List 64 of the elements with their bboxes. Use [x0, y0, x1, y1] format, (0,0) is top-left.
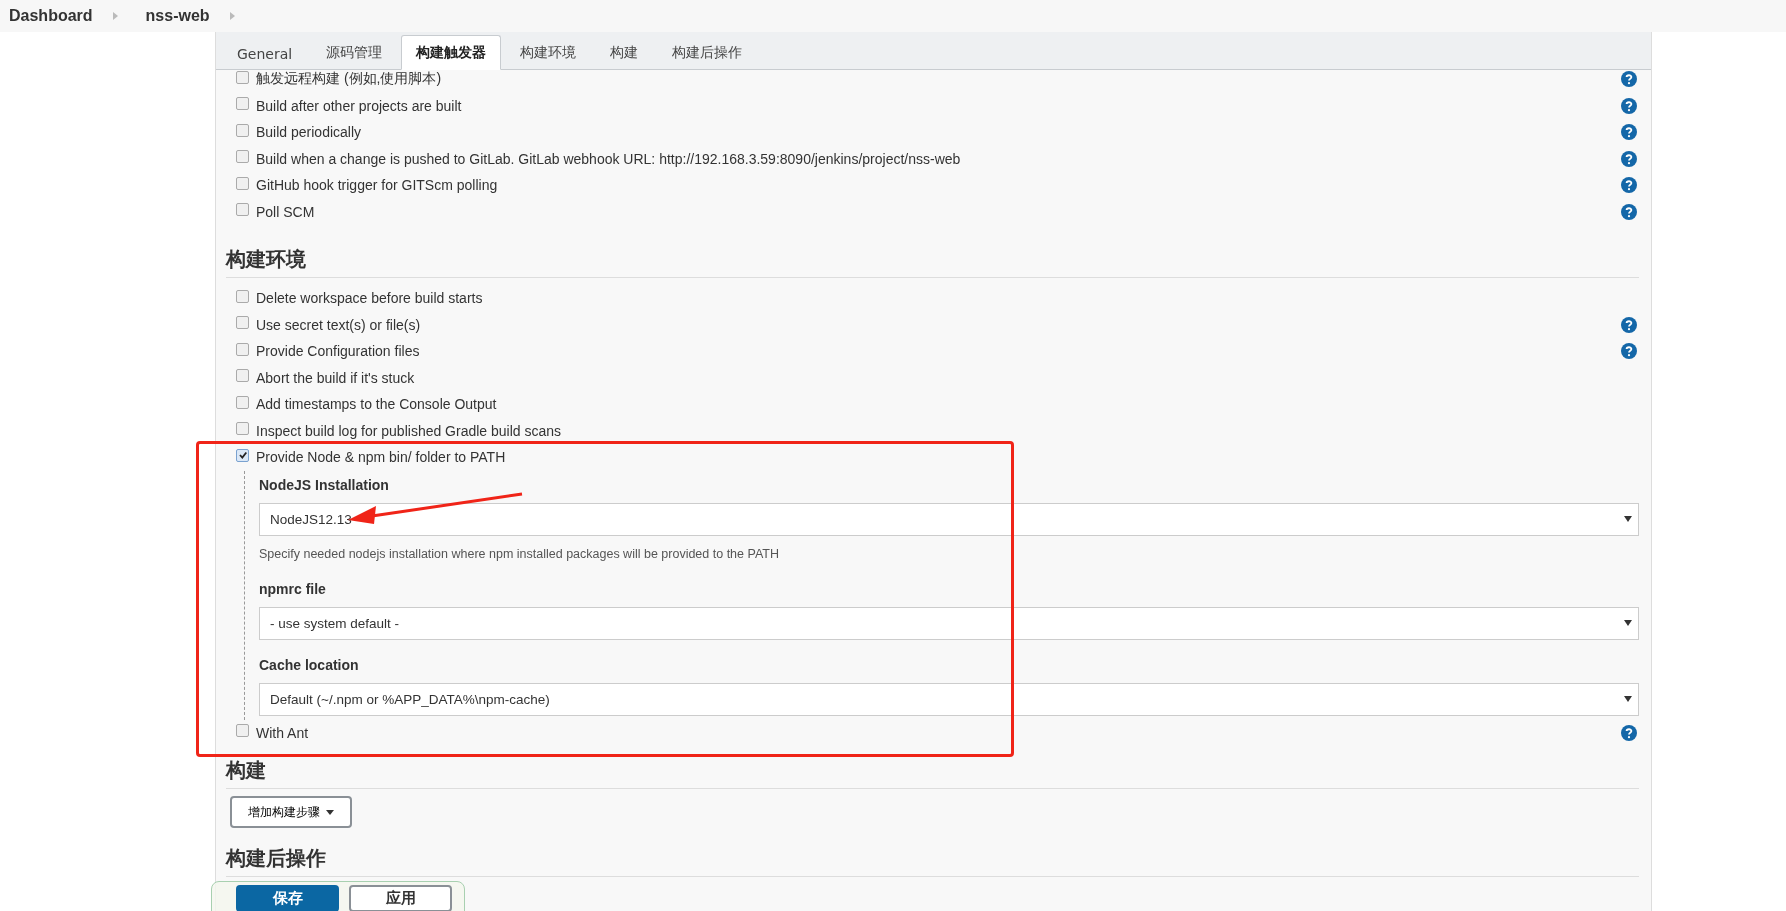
help-icon[interactable]	[1621, 97, 1637, 114]
tab[interactable]: 构建触发器	[401, 35, 502, 70]
chevron-icon[interactable]	[112, 12, 118, 20]
tab[interactable]: General	[222, 37, 308, 70]
field-label: NodeJS Installation	[259, 476, 390, 495]
breadcrumb-link[interactable]: nss-web	[145, 7, 210, 25]
apply-button[interactable]: 应用	[349, 885, 452, 911]
section-heading: 构建	[226, 754, 1639, 789]
caret-icon	[326, 809, 334, 815]
option-label: Build after other projects are built	[256, 97, 462, 114]
checkbox[interactable]	[236, 369, 249, 383]
dropdown-arrow-icon	[1624, 619, 1632, 627]
dropdown[interactable]: Default (~/.npm or %APP_DATA%\npm-cache)	[259, 682, 1639, 716]
help-icon[interactable]	[1621, 177, 1637, 194]
checkbox[interactable]	[236, 123, 249, 137]
dropdown[interactable]: - use system default -	[259, 606, 1639, 640]
help-icon[interactable]	[1621, 724, 1637, 741]
tab[interactable]: 构建环境	[505, 35, 592, 70]
help-icon[interactable]	[1621, 203, 1637, 220]
help-icon[interactable]	[1621, 343, 1637, 360]
help-icon[interactable]	[1621, 316, 1637, 333]
checkbox[interactable]	[236, 342, 249, 356]
section-heading: 构建环境	[226, 243, 1639, 278]
option-label: Build when a change is pushed to GitLab. GitLab webhook URL: http://192.168.3.59:8090/jenkins/project/nss-web	[256, 150, 961, 167]
checkbox[interactable]	[236, 176, 249, 190]
checkbox[interactable]	[236, 422, 249, 436]
field-label: npmrc file	[259, 580, 327, 599]
option-label: Abort the build if it's stuck	[256, 369, 415, 386]
add-build-step-button[interactable]: 增加构建步骤	[230, 796, 352, 828]
dropdown-arrow-icon	[1624, 515, 1632, 523]
checkbox[interactable]	[236, 203, 249, 217]
checkbox[interactable]	[236, 395, 249, 409]
field-description: Specify needed nodejs installation where npm installed packages will be provided to the PATH	[259, 546, 780, 561]
option-label: With Ant	[256, 724, 309, 741]
tab[interactable]: 构建后操作	[657, 35, 758, 70]
option-label: Provide Configuration files	[256, 343, 420, 360]
option-label: Add timestamps to the Console Output	[256, 396, 497, 413]
dropdown-arrow-icon	[1624, 695, 1632, 703]
checkbox[interactable]	[236, 97, 249, 111]
chevron-icon[interactable]	[229, 12, 235, 20]
option-label: Use secret text(s) or file(s)	[256, 316, 421, 333]
checkbox[interactable]	[236, 316, 249, 330]
checkbox[interactable]	[236, 724, 249, 738]
breadcrumb-link[interactable]: Dashboard	[9, 7, 93, 25]
help-icon[interactable]	[1621, 71, 1637, 88]
section-heading: 构建后操作	[226, 842, 1639, 877]
checkbox[interactable]	[236, 289, 249, 303]
help-icon[interactable]	[1621, 150, 1637, 167]
checkbox[interactable]	[236, 150, 249, 164]
option-label: Poll SCM	[256, 203, 315, 220]
option-label: Provide Node & npm bin/ folder to PATH	[256, 449, 506, 466]
checkbox[interactable]	[236, 70, 249, 84]
checkbox[interactable]	[236, 448, 249, 462]
save-button[interactable]: 保存	[236, 885, 339, 911]
help-icon[interactable]	[1621, 124, 1637, 141]
option-label: 触发远程构建 (例如,使用脚本)	[256, 70, 442, 89]
option-label: GitHub hook trigger for GITScm polling	[256, 177, 498, 194]
option-label: Inspect build log for published Gradle build scans	[256, 422, 562, 439]
tab[interactable]: 源码管理	[311, 35, 398, 70]
tab[interactable]: 构建	[595, 35, 654, 70]
option-label: Delete workspace before build starts	[256, 290, 483, 307]
field-label: Cache location	[259, 656, 360, 675]
dropdown[interactable]: NodeJS12.13	[259, 502, 1639, 536]
option-label: Build periodically	[256, 124, 362, 141]
